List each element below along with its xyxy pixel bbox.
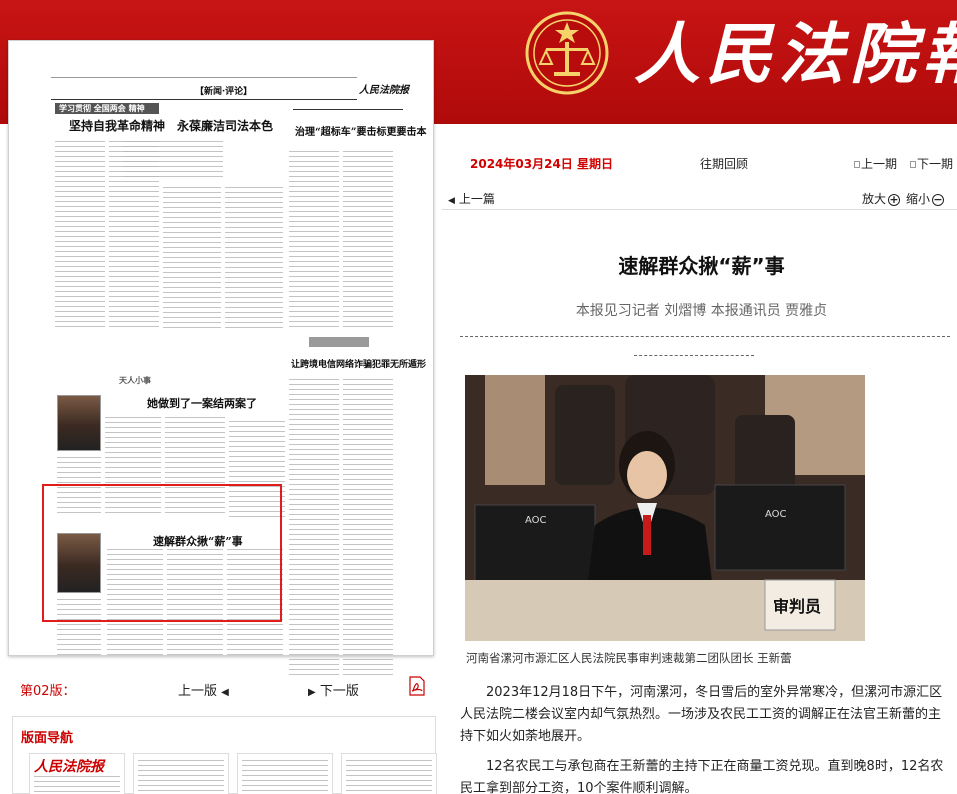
prev-edition-label: 上一版 — [178, 684, 218, 699]
next-issue-label: 下一期 — [917, 157, 954, 171]
dashed-divider — [634, 355, 754, 356]
plus-circle-icon: + — [888, 193, 901, 206]
selected-article-highlight[interactable] — [42, 484, 282, 622]
paper-rule — [293, 109, 403, 110]
article-paragraph: 12名农民工与承包商在王新蕾的主持下正在商量工资兑现。直到晚8时，12名农民工拿… — [460, 759, 944, 794]
thumbnail-masthead: 人民法院报 — [34, 759, 104, 775]
text-column — [34, 776, 120, 794]
page-thumbnail[interactable] — [133, 753, 229, 794]
text-column — [343, 151, 393, 331]
paper-name-small: 人民法院报 — [359, 85, 409, 96]
monitor-brand-left: AOC — [525, 515, 547, 526]
paper-right-headline[interactable]: 治理“超标车”要击标更要击本 — [295, 123, 427, 138]
article-toolbar: ◀ 上一篇 放大 + 缩小 − — [442, 186, 957, 210]
article-byline: 本报见习记者 刘熠博 本报通讯员 贾雅贞 — [575, 303, 828, 319]
date-row: 2024年03月24日 星期日 往期回顾 上一期 下一期 — [446, 152, 957, 174]
column-tag: 学习贯彻 全国两会 精神 — [59, 103, 145, 113]
paper-fraud-headline[interactable]: 让跨境电信网络诈骗犯罪无所遁形 — [291, 357, 426, 370]
prev-edition-link[interactable]: 上一版 ◀ — [178, 680, 229, 699]
page-thumbnail[interactable] — [341, 753, 437, 794]
arrow-right-icon: ▶ — [308, 687, 316, 698]
dashed-divider — [460, 336, 950, 337]
prev-issue-link[interactable]: 上一期 — [854, 155, 897, 172]
judge-nameplate: 审判员 — [773, 597, 821, 616]
arrow-left-icon: ◀ — [448, 196, 455, 206]
page-navigation: 版面导航 人民法院报 — [12, 716, 437, 794]
prev-article-link[interactable]: ◀ 上一篇 — [448, 190, 495, 207]
paper-section-tag: 【新闻·评论】 — [195, 87, 253, 97]
article-photo: AOC AOC 审判员 — [465, 375, 865, 641]
text-column — [163, 187, 221, 331]
article-paragraph: 2023年12月18日下午，河南漯河，冬日雪后的室外异常寒冷，但漯河市源汇区人民… — [460, 685, 943, 744]
text-column — [289, 379, 339, 675]
paper-rule — [51, 99, 357, 100]
arrow-left-icon: ◀ — [221, 687, 229, 698]
edition-label: 第02版： — [20, 684, 76, 699]
prev-issue-label: 上一期 — [861, 157, 898, 171]
prev-article-label: 上一篇 — [458, 192, 495, 206]
text-column — [123, 141, 223, 181]
issue-date: 2024年03月24日 星期日 — [470, 157, 613, 171]
paper-rule — [51, 77, 357, 78]
broken-image-icon — [854, 161, 860, 168]
photo-caption: 河南省漯河市源汇区人民法院民事审判速裁第二团队团长 王新蕾 — [466, 651, 792, 665]
feature-photo — [57, 395, 101, 451]
text-column — [225, 187, 283, 331]
nav-title: 版面导航 — [21, 731, 74, 746]
monitor-brand-right: AOC — [765, 509, 787, 520]
next-issue-link[interactable]: 下一期 — [910, 155, 953, 172]
page-thumbnail[interactable]: 人民法院报 — [29, 753, 125, 794]
masthead-title: 人民法院報 — [634, 15, 957, 93]
paper-feature-headline[interactable]: 她做到了一案结两案了 — [147, 395, 257, 411]
zoom-in-label: 放大 — [862, 192, 887, 206]
next-edition-link[interactable]: ▶ 下一版 — [308, 680, 359, 699]
edition-bar: 第02版： 上一版 ◀ ▶ 下一版 — [12, 672, 436, 702]
zoom-in-button[interactable]: 放大 + — [862, 190, 901, 207]
minus-circle-icon: − — [932, 193, 945, 206]
zoom-out-button[interactable]: 缩小 − — [906, 190, 945, 207]
text-column — [138, 760, 224, 794]
court-emblem-icon — [525, 11, 609, 95]
pdf-download-icon[interactable] — [408, 676, 426, 696]
text-column — [346, 760, 432, 794]
page-thumbnail[interactable] — [237, 753, 333, 794]
archive-link[interactable]: 往期回顾 — [700, 155, 748, 172]
text-column — [55, 141, 105, 331]
paper-main-headline[interactable]: 坚持自我革命精神 永葆廉洁司法本色 — [69, 117, 273, 134]
article-title: 速解群众揪“薪”事 — [618, 254, 785, 278]
text-column — [289, 151, 339, 331]
zoom-out-label: 缩小 — [906, 192, 931, 206]
feature-tag: 天人小事 — [119, 375, 151, 385]
column-tag-bar — [309, 337, 369, 347]
courtroom-illustration: AOC AOC 审判员 — [465, 375, 865, 641]
broken-image-icon — [910, 161, 916, 168]
next-edition-label: 下一版 — [319, 684, 359, 699]
text-column — [242, 760, 328, 794]
text-column — [343, 379, 393, 675]
